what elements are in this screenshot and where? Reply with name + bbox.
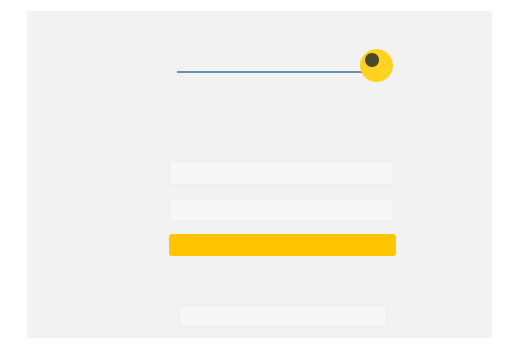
divider-text — [27, 283, 492, 295]
page-title — [27, 111, 492, 127]
logo-badge-dot — [364, 52, 379, 67]
footer-text — [27, 338, 492, 349]
password-field[interactable] — [169, 198, 394, 222]
logo-badge-icon — [360, 49, 393, 82]
register-button[interactable] — [179, 305, 387, 327]
login-button[interactable] — [169, 234, 396, 256]
page-subtitle — [27, 134, 492, 148]
logo[interactable] — [177, 47, 397, 87]
forgot-password-link[interactable] — [27, 267, 492, 281]
login-panel — [27, 11, 492, 338]
email-field[interactable] — [169, 161, 394, 185]
logo-text — [177, 55, 363, 73]
